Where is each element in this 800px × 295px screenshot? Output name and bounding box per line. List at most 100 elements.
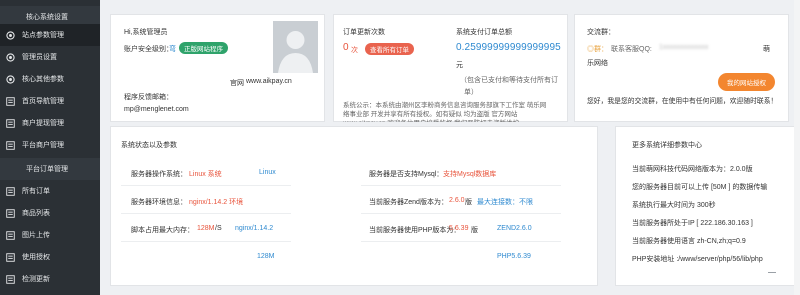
param-line: 系统执行最大时间为 300秒 (632, 202, 716, 209)
notice-line: www.aikpay.cn 欢迎各位用户接受监督 我们严防打击盗版维护 (343, 117, 519, 122)
welcome-text: 您好，我是您的交流群，在使用中有任何问题，欢迎随时联系！ (587, 98, 778, 105)
avatar (273, 21, 318, 73)
total-amount-note: （包含已支付和等待支付所有订 (460, 77, 558, 84)
sidebar: 核心系统设置 站点参数管理 管理员设置 核心其他参数 首页导航管理 商户提现管理… (0, 0, 100, 295)
sidebar-item-nav-management[interactable]: 首页导航管理 (0, 90, 100, 112)
sidebar-item-label: 检测更新 (22, 276, 50, 283)
brand-text-2: 乐网络 (587, 60, 608, 67)
order-count-unit: 次 (351, 47, 358, 54)
my-license-button[interactable]: 我的网站授权 (718, 73, 775, 91)
zend-short: ZEND2.6.0 (497, 225, 532, 232)
security-level-label: 账户安全级别： (124, 46, 173, 53)
param-line: 您的服务器目前可以上传 [50M ] 的数据传输 (632, 184, 768, 191)
total-amount-value: 0.25999999999999995 (456, 42, 561, 53)
order-count-label: 订单更新次数 (343, 29, 385, 36)
system-status-panel: 系统状态以及参数 服务器操作系统： Linux 系统 Linux 服务器是否支持… (110, 126, 598, 286)
feedback-label: 程序反馈邮箱： (124, 94, 173, 101)
sidebar-item-label: 商户提现管理 (22, 120, 64, 127)
qq-label: 联系客服QQ: (611, 46, 652, 53)
param-line: PHP安装地址 :/www/server/php/56/lib/php (632, 256, 763, 263)
admin-info-panel: Hi,系统管理员 账户安全级别： 弯 正版网站程序 官网 www.aikpay.… (110, 14, 325, 122)
list-icon (6, 140, 15, 150)
sidebar-item-label: 首页导航管理 (22, 98, 64, 105)
sidebar-item-label: 核心系统设置 (26, 14, 68, 21)
param-line: 当前服务器所处于IP [ 222.186.30.163 ] (632, 220, 753, 227)
site-label: 官网 (230, 80, 244, 87)
qq-group-prefix: ◎群： (587, 46, 608, 53)
divider (361, 213, 561, 214)
mysql-value: 支持Mysql数据库 (443, 171, 497, 178)
memory-label: 脚本占用最大内存： (131, 227, 194, 234)
mysql-label: 服务器是否支持Mysql： (369, 171, 444, 178)
sidebar-item-label: 图片上传 (22, 232, 50, 239)
sidebar-item-check-update[interactable]: 检测更新 (0, 268, 100, 290)
os-label: 服务器操作系统： (131, 171, 187, 178)
total-amount-note-2: 单） (464, 89, 478, 96)
sidebar-item-label: 所有订单 (22, 188, 50, 195)
orders-panel: 订单更新次数 0 次 查看所有订单 系统支付订单总额 0.25999999999… (333, 14, 568, 122)
list-icon (6, 252, 15, 262)
list-icon (6, 186, 15, 196)
sidebar-item-label: 管理员设置 (22, 54, 57, 61)
contact-title: 交流群： (587, 29, 615, 36)
zend-label: 当前服务器Zend版本为： (369, 199, 448, 206)
divider (768, 272, 776, 273)
sidebar-item-label: 商品列表 (22, 210, 50, 217)
sidebar-item-site-params[interactable]: 站点参数管理 (0, 24, 100, 46)
more-title: 更多系统详细参数中心 (632, 142, 702, 149)
sidebar-item-image-upload[interactable]: 图片上传 (0, 224, 100, 246)
genuine-badge: 正版网站程序 (179, 42, 228, 54)
divider (121, 213, 291, 214)
status-title: 系统状态以及参数 (121, 142, 177, 149)
qq-number: 1xxxxxxxxxxxxx (659, 44, 709, 51)
sidebar-group-orders[interactable]: 平台订单管理 (0, 158, 100, 180)
divider (121, 185, 291, 186)
total-amount-label: 系统支付订单总额 (456, 29, 512, 36)
list-icon (6, 208, 15, 218)
sidebar-item-all-orders[interactable]: 所有订单 (0, 180, 100, 202)
sidebar-item-label: 平台商户管理 (22, 142, 64, 149)
memory-footer: 128M (257, 253, 275, 260)
sidebar-item-label: 使用授权 (22, 254, 50, 261)
list-icon (6, 118, 15, 128)
sidebar-item-license[interactable]: 使用授权 (0, 246, 100, 268)
divider (361, 241, 561, 242)
scrollbar[interactable] (794, 0, 800, 295)
circle-icon (6, 30, 15, 40)
os-value: Linux 系统 (189, 171, 222, 178)
param-line: 当前萌网科技代码网络版本为：2.0.0版 (632, 166, 753, 173)
nginx-version: nginx/1.14.2 (235, 225, 274, 232)
feedback-email[interactable]: mp@menglenet.com (124, 106, 189, 113)
order-count-value: 0 (343, 42, 349, 53)
sidebar-item-core-other[interactable]: 核心其他参数 (0, 68, 100, 90)
view-all-orders-button[interactable]: 查看所有订单 (365, 43, 414, 55)
circle-icon (6, 52, 15, 62)
param-line: 当前服务器使用语言 zh-CN,zh;q=0.9 (632, 238, 746, 245)
zend-unit: 版 (465, 199, 472, 206)
security-level-value: 弯 (169, 46, 176, 53)
list-icon (6, 230, 15, 240)
sidebar-item-label: 站点参数管理 (22, 32, 64, 39)
env-value: nginx/1.14.2 环境 (189, 199, 244, 206)
php-label: 当前服务器使用PHP版本为： (369, 227, 461, 234)
sidebar-item-products[interactable]: 商品列表 (0, 202, 100, 224)
contact-panel: 交流群： ◎群： 联系客服QQ: 1xxxxxxxxxxxxx 萌 乐网络 我的… (574, 14, 789, 122)
sidebar-item-admin-settings[interactable]: 管理员设置 (0, 46, 100, 68)
os-short: Linux (259, 169, 276, 176)
sidebar-item-label: 核心其他参数 (22, 76, 64, 83)
memory-unit: /S (215, 225, 222, 232)
sidebar-item-label: 平台订单管理 (26, 166, 68, 173)
divider (361, 185, 561, 186)
max-connections: 最大连接数：不限 (477, 199, 533, 206)
php-footer: PHP5.6.39 (497, 253, 531, 260)
zend-value: 2.6.0 (449, 197, 465, 204)
site-url-link[interactable]: www.aikpay.cn (246, 78, 292, 85)
list-icon (6, 274, 15, 284)
sidebar-item-withdraw[interactable]: 商户提现管理 (0, 112, 100, 134)
env-label: 服务器环境信息： (131, 199, 187, 206)
sidebar-item-merchants[interactable]: 平台商户管理 (0, 134, 100, 156)
more-params-panel: 更多系统详细参数中心 当前萌网科技代码网络版本为：2.0.0版 您的服务器目前可… (615, 126, 795, 286)
circle-icon (6, 74, 15, 84)
php-unit: 版 (471, 227, 478, 234)
divider (121, 241, 291, 242)
